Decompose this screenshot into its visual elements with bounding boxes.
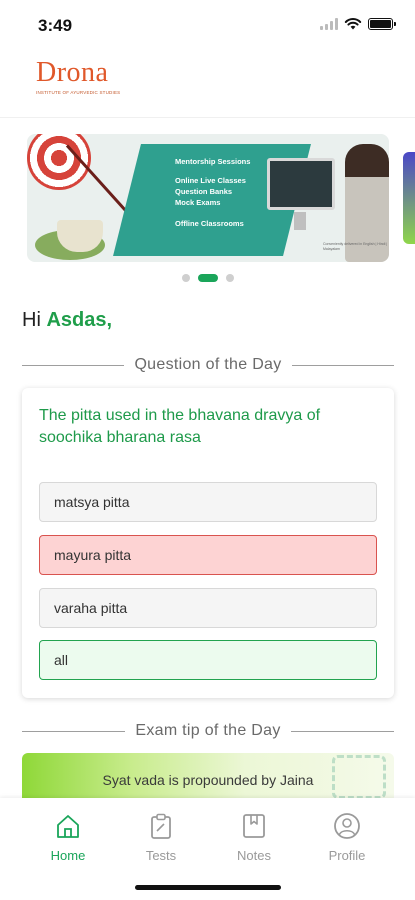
greeting-prefix: Hi [22, 309, 41, 331]
option-2-wrong[interactable]: mayura pitta [39, 535, 377, 575]
exam-tip-card[interactable]: Syat vada is propounded by Jaina [22, 753, 394, 799]
status-bar: 3:49 [0, 0, 415, 48]
nav-home-label: Home [50, 848, 86, 863]
status-time: 3:49 [38, 16, 73, 35]
nav-notes-label: Notes [237, 848, 271, 863]
bottom-nav: Home Tests Notes Profile [0, 798, 415, 900]
monitor-stand [294, 212, 306, 230]
carousel-dot[interactable] [181, 274, 190, 282]
qotd-heading-label: Question of the Day [134, 356, 282, 373]
tip-text: Syat vada is propounded by Jaina [102, 772, 314, 788]
carousel-dot[interactable] [225, 274, 234, 282]
banner-line: Offline Classrooms [175, 219, 244, 228]
battery-icon [368, 17, 396, 30]
banner-carousel[interactable]: Mentorship Sessions Online Live Classes … [0, 134, 415, 264]
app-header: Drona INSTITUTE OF AYURVEDIC STUDIES [0, 48, 415, 118]
drona-logo[interactable]: Drona INSTITUTE OF AYURVEDIC STUDIES [36, 57, 121, 108]
user-name: Asdas, [46, 309, 113, 331]
divider-line [290, 730, 395, 732]
nav-notes[interactable]: Notes [219, 812, 289, 863]
option-1[interactable]: matsya pitta [39, 482, 377, 522]
next-banner-peek[interactable] [403, 152, 415, 244]
divider-line [22, 730, 126, 732]
profile-icon [334, 813, 360, 839]
banner-line: Question Banks [175, 187, 233, 196]
nav-profile-label: Profile [328, 848, 366, 863]
banner-line: Mentorship Sessions [175, 157, 251, 166]
home-icon [57, 815, 79, 838]
wifi-icon [344, 18, 362, 30]
banner-slide[interactable]: Mentorship Sessions Online Live Classes … [27, 134, 389, 262]
banner-text: Mentorship Sessions Online Live Classes … [175, 156, 250, 229]
carousel-indicator [0, 274, 415, 282]
status-icons [320, 17, 396, 30]
clipboard-icon [151, 813, 171, 839]
logo-subtitle: INSTITUTE OF AYURVEDIC STUDIES [36, 90, 121, 95]
logo-wordmark: Drona [36, 57, 109, 88]
option-4-correct[interactable]: all [39, 640, 377, 680]
tip-heading: Exam tip of the Day [22, 722, 395, 740]
nav-home[interactable]: Home [33, 812, 103, 863]
tip-heading-label: Exam tip of the Day [135, 722, 281, 739]
divider-line [22, 364, 125, 366]
qotd-heading: Question of the Day [22, 356, 394, 374]
signal-icon [320, 17, 338, 30]
greeting: Hi Asdas, [22, 309, 112, 332]
divider-line [291, 364, 394, 366]
home-indicator[interactable] [135, 885, 281, 890]
question-text: The pitta used in the bhavana dravya of … [39, 407, 321, 446]
option-3[interactable]: varaha pitta [39, 588, 377, 628]
monitor-illustration [267, 158, 335, 210]
bookmark-icon [243, 814, 265, 838]
banner-footer: Conveniently delivered in English | Hind… [323, 242, 388, 251]
banner-line: Mock Exams [175, 198, 221, 207]
question-card: The pitta used in the bhavana dravya of … [22, 388, 394, 698]
nav-tests[interactable]: Tests [126, 812, 196, 863]
carousel-dot-active[interactable] [197, 274, 218, 282]
nav-tests-label: Tests [145, 848, 177, 863]
nav-profile[interactable]: Profile [312, 812, 382, 863]
banner-line: Online Live Classes [175, 176, 246, 185]
